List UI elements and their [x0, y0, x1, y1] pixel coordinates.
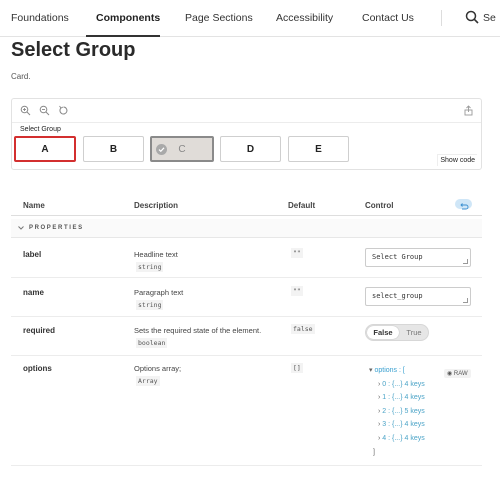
- prop-name: label: [23, 250, 42, 259]
- prop-name: name: [23, 288, 44, 297]
- required-toggle[interactable]: False True: [365, 324, 429, 341]
- tree-item-label: 3 : {...} 4 keys: [382, 421, 425, 429]
- table-row-options: options Options array; Array [] ▾ option…: [11, 356, 482, 466]
- collapse-caret-icon: ▾: [369, 367, 373, 374]
- select-group-label: Select Group: [20, 126, 61, 133]
- tree-item-label: 4 : {...} 4 keys: [382, 434, 425, 442]
- prop-description: Paragraph text: [134, 288, 184, 297]
- share-icon[interactable]: [463, 105, 474, 116]
- prop-type: Array: [136, 376, 160, 386]
- header-control: Control: [365, 201, 394, 210]
- label-control-input[interactable]: Select Group: [365, 248, 471, 267]
- prop-default: false: [291, 324, 315, 334]
- nav-active-indicator: [86, 35, 160, 37]
- tree-item[interactable]: › 4 : {...} 4 keys: [369, 432, 425, 446]
- option-d-label: D: [246, 143, 255, 155]
- reset-zoom-icon[interactable]: [58, 105, 69, 116]
- eye-icon: ◉: [447, 371, 453, 377]
- tree-root-label: options : [: [374, 367, 405, 374]
- prop-default: "": [291, 248, 303, 258]
- zoom-out-icon[interactable]: [39, 105, 50, 116]
- prop-name: required: [23, 326, 56, 335]
- raw-label: RAW: [453, 371, 468, 377]
- nav-accessibility[interactable]: Accessibility: [276, 12, 333, 24]
- tree-item[interactable]: › 1 : {...} 4 keys: [369, 391, 425, 405]
- tree-item-label: 2 : {...} 5 keys: [382, 407, 425, 415]
- nav-contact-us[interactable]: Contact Us: [362, 12, 414, 24]
- option-e[interactable]: E: [288, 136, 349, 162]
- search-icon[interactable]: [465, 10, 479, 24]
- toggle-true-option[interactable]: True: [401, 326, 427, 339]
- toggle-false-option[interactable]: False: [367, 326, 399, 339]
- args-table-header: Name Description Default Control: [11, 196, 482, 216]
- prop-default: []: [291, 363, 303, 373]
- page-subtitle: Card.: [11, 72, 31, 81]
- header-description: Description: [134, 201, 179, 210]
- nav-divider: [441, 10, 442, 26]
- zoom-in-icon[interactable]: [20, 105, 31, 116]
- nav-foundations[interactable]: Foundations: [11, 12, 69, 24]
- option-b-label: B: [109, 143, 118, 155]
- option-c: C: [150, 136, 214, 162]
- option-b[interactable]: B: [83, 136, 144, 162]
- header-default: Default: [288, 201, 316, 210]
- chevron-down-icon: [18, 226, 24, 230]
- page-title: Select Group: [11, 39, 136, 61]
- search-label[interactable]: Se: [483, 12, 496, 24]
- expand-caret-icon: ›: [378, 380, 381, 388]
- option-e-label: E: [315, 143, 322, 155]
- nav-components[interactable]: Components: [96, 12, 160, 24]
- component-preview: Select Group A B C D E Show code: [11, 98, 482, 170]
- raw-toggle-button[interactable]: ◉ RAW: [444, 369, 471, 378]
- table-row-required: required Sets the required state of the …: [11, 317, 482, 356]
- options-object-tree: ▾ options : [ › 0 : {...} 4 keys › 1 : {…: [369, 364, 425, 459]
- prop-name: options: [23, 364, 52, 373]
- tree-close-bracket: ]: [373, 448, 375, 456]
- resize-handle-icon: [463, 259, 468, 264]
- tree-item-label: 1 : {...} 4 keys: [382, 394, 425, 402]
- check-icon: [156, 144, 167, 155]
- expand-caret-icon: ›: [378, 394, 381, 402]
- option-a-label: A: [41, 143, 49, 155]
- prop-description: Options array;: [134, 364, 182, 373]
- expand-caret-icon: ›: [378, 421, 381, 429]
- top-nav: Foundations Components Page Sections Acc…: [0, 0, 500, 37]
- table-row-label: label Headline text string "" Select Gro…: [11, 239, 482, 278]
- prop-type: boolean: [136, 338, 168, 348]
- expand-caret-icon: ›: [378, 434, 381, 442]
- tree-item[interactable]: › 3 : {...} 4 keys: [369, 418, 425, 432]
- tree-item[interactable]: › 0 : {...} 4 keys: [369, 378, 425, 392]
- name-control-input[interactable]: select_group: [365, 287, 471, 306]
- tree-root[interactable]: ▾ options : [: [369, 364, 425, 378]
- label-control-value: Select Group: [372, 253, 423, 261]
- prop-type: string: [136, 262, 164, 272]
- name-control-value: select_group: [372, 292, 423, 300]
- option-d[interactable]: D: [220, 136, 281, 162]
- option-c-label: C: [178, 143, 186, 155]
- nav-page-sections[interactable]: Page Sections: [185, 12, 253, 24]
- resize-handle-icon: [463, 298, 468, 303]
- properties-group-label: PROPERTIES: [29, 225, 84, 231]
- expand-caret-icon: ›: [378, 407, 381, 415]
- show-code-button[interactable]: Show code: [437, 154, 477, 166]
- reset-controls-button[interactable]: [455, 199, 472, 210]
- header-name: Name: [23, 201, 45, 210]
- tree-item[interactable]: › 2 : {...} 5 keys: [369, 405, 425, 419]
- table-row-name: name Paragraph text string "" select_gro…: [11, 278, 482, 317]
- prop-type: string: [136, 300, 164, 310]
- tree-item-label: 0 : {...} 4 keys: [382, 380, 425, 388]
- option-a[interactable]: A: [14, 136, 76, 162]
- prop-description: Sets the required state of the element.: [134, 326, 262, 335]
- undo-icon: [460, 203, 469, 210]
- preview-toolbar: [12, 99, 481, 123]
- properties-group-row[interactable]: PROPERTIES: [11, 219, 482, 238]
- prop-description: Headline text: [134, 250, 178, 259]
- prop-default: "": [291, 286, 303, 296]
